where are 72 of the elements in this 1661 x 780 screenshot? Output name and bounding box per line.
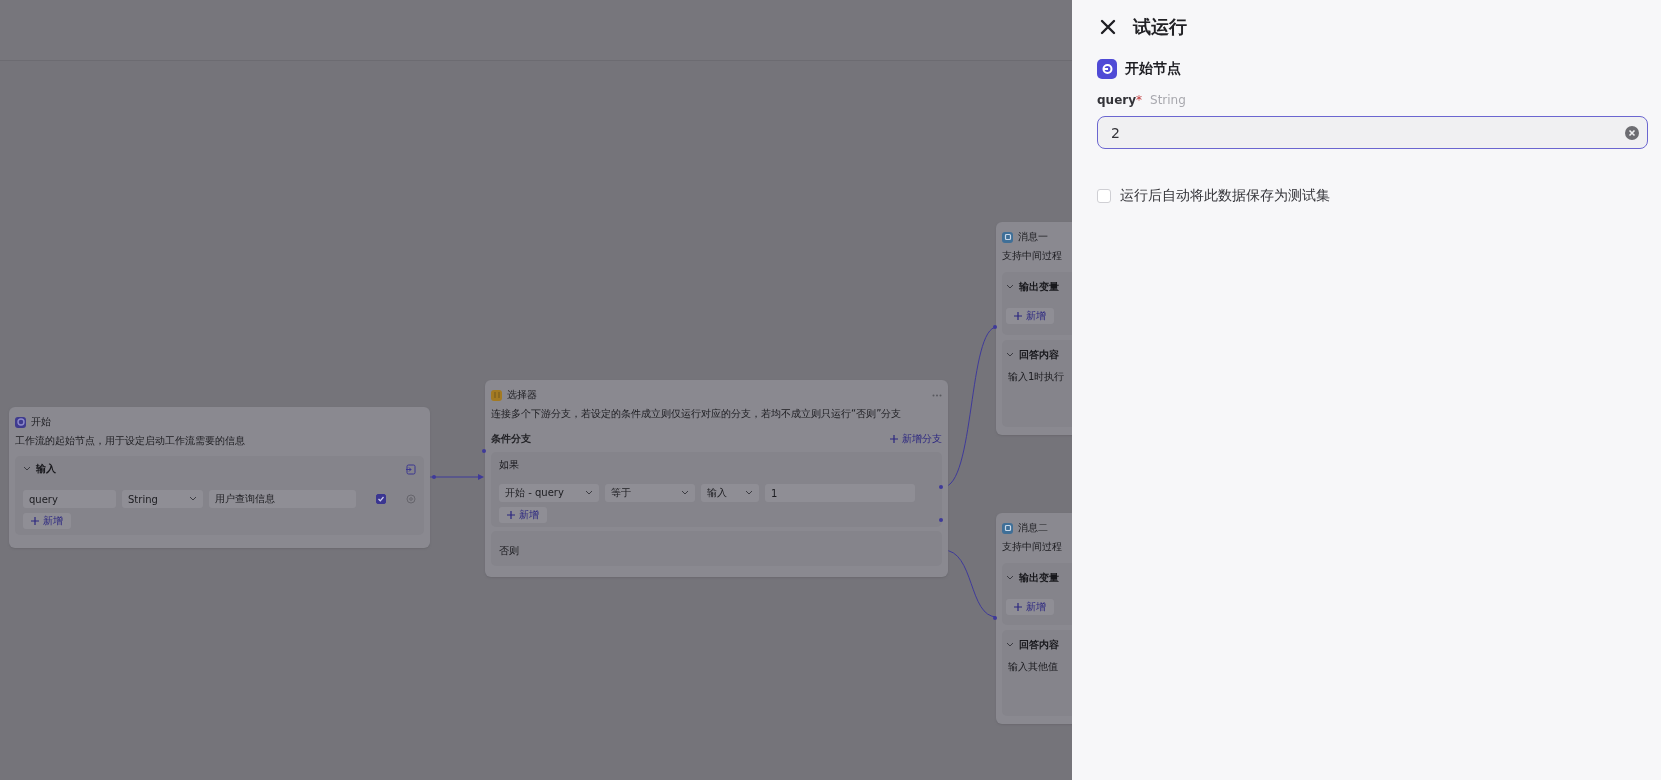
chevron-icon [23,466,31,472]
chevron-icon [1006,352,1014,358]
field-type: String [1150,93,1186,107]
plus-icon [31,517,39,525]
chevron-icon [1006,642,1014,649]
variable-select[interactable]: 开始 - query [499,484,599,502]
answer-text: 输入1时执行 [1008,370,1066,384]
branch-icon [491,389,502,401]
section-title: 回答内容 [1019,348,1059,362]
answer-text: 输入其他值 [1008,660,1059,675]
chevron-icon [585,490,593,496]
selector-node[interactable]: 选择器 连接多个下游分支，若设定的条件成立则仅运行对应的分支，若均不成立则只运行“否则”分支 条件分支 新增分支 如果 开始 - query 等于 输入 1 新增 否则 [485,380,948,577]
import-icon[interactable] [406,463,416,475]
input-port[interactable] [482,449,486,453]
message-icon [1002,522,1013,534]
message-node[interactable]: 消息一 支持中间过程 输出变量 新增 回答内容 输入1时执行 [996,222,1072,435]
branch-label: 如果 [499,458,520,472]
required-checkbox[interactable] [376,494,386,504]
checkbox-label: 运行后自动将此数据保存为测试集 [1120,187,1330,205]
chevron-icon [189,496,197,502]
query-input[interactable]: 2 [1097,116,1648,149]
input-port[interactable] [993,616,997,620]
node-title: 开始节点 [1125,60,1181,78]
input-port[interactable] [993,325,997,329]
add-branch-button[interactable]: 新增分支 [890,432,942,446]
section-title: 回答内容 [1019,638,1059,653]
plus-icon [1014,312,1022,320]
node-title: 消息一 [1018,230,1048,244]
more-icon[interactable] [932,393,942,397]
section-title: 输出变量 [1019,280,1059,294]
checkbox[interactable] [1097,189,1111,203]
value-field[interactable]: 1 [765,484,915,502]
panel-title: 试运行 [1133,15,1187,39]
close-icon [1100,19,1116,35]
settings-icon[interactable] [406,494,416,504]
add-button[interactable]: 新增 [23,513,71,529]
add-button[interactable]: 新增 [1006,599,1054,615]
plus-icon [890,435,898,443]
plus-icon [507,511,515,519]
section-title: 输出变量 [1019,571,1059,585]
output-port[interactable] [939,518,943,522]
source-select[interactable]: 输入 [701,484,759,502]
section-title: 条件分支 [491,432,531,446]
node-title: 开始 [31,415,51,429]
type-select[interactable]: String [122,490,203,508]
output-port[interactable] [432,475,436,479]
variable-name-field[interactable]: query [23,490,116,508]
branch-label: 否则 [499,545,519,556]
clear-icon[interactable] [1625,125,1639,140]
node-description: 工作流的起始节点，用于设定启动工作流需要的信息 [15,434,246,448]
chevron-icon [1006,284,1014,290]
field-label: query* [1097,93,1142,107]
output-port[interactable] [939,485,943,489]
start-icon [15,416,26,428]
node-description: 支持中间过程 [1002,249,1063,263]
chevron-icon [681,490,689,496]
node-title: 选择器 [507,388,537,402]
operator-select[interactable]: 等于 [605,484,695,502]
start-icon [1097,59,1117,79]
node-description: 支持中间过程 [1002,540,1063,554]
chevron-icon [1006,575,1014,581]
message-node[interactable]: 消息二 支持中间过程 输出变量 新增 回答内容 输入其他值 [996,513,1072,724]
node-description: 连接多个下游分支，若设定的条件成立则仅运行对应的分支，若均不成立则只运行“否则”分支 [491,407,903,421]
node-title: 消息二 [1018,521,1048,535]
connector-line [429,474,484,480]
add-button[interactable]: 新增 [499,507,547,523]
chevron-icon [745,490,753,496]
description-field[interactable]: 用户查询信息 [209,490,356,508]
plus-icon [1014,603,1022,611]
section-title: 输入 [36,462,56,476]
add-button[interactable]: 新增 [1006,308,1054,324]
message-icon [1002,231,1013,243]
